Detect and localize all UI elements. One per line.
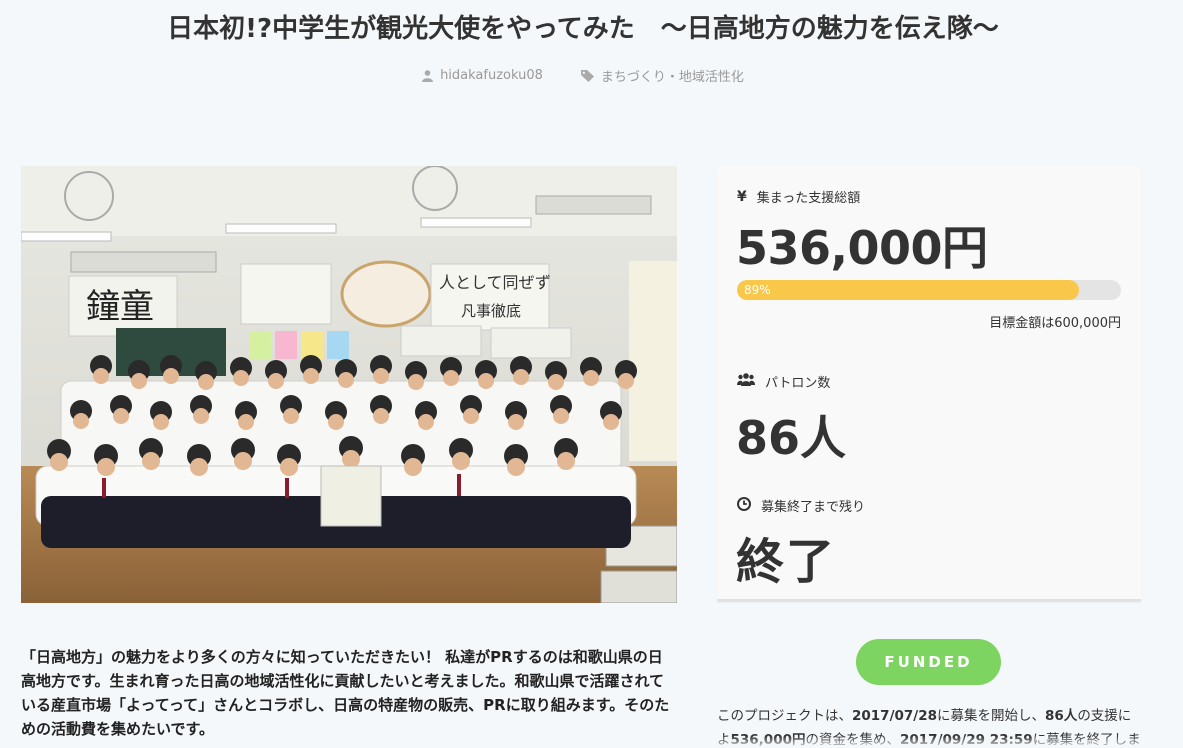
blackboard-calligraphy: 鐘童 — [86, 287, 154, 327]
project-meta: hidakafuzoku08 まちづくり・地域活性化 — [0, 66, 1166, 85]
users-icon — [737, 373, 755, 390]
funding-stats-panel: ¥ 集まった支援総額 536,000円 89% 目標金額は600,000円 パト… — [717, 166, 1141, 602]
amount-label: ¥ 集まった支援総額 — [737, 188, 861, 207]
category-link[interactable]: まちづくり・地域活性化 — [580, 66, 744, 85]
progress-bar: 89% — [737, 280, 1121, 300]
goal-amount: 目標金額は600,000円 — [989, 316, 1121, 331]
clock-icon — [737, 496, 751, 515]
remaining-value: 終了 — [736, 534, 837, 590]
remaining-label: 募集終了まで残り — [737, 496, 865, 515]
poster-slogan: 凡事徹底 — [461, 302, 521, 320]
project-summary: 「日高地方」の魅力をより多くの方々に知っていただきたい！ 私達がPRするのは和歌… — [21, 648, 670, 738]
author-link[interactable]: hidakafuzoku08 — [422, 66, 543, 85]
user-icon — [422, 69, 434, 82]
author-name: hidakafuzoku08 — [440, 68, 543, 83]
progress-fill: 89% — [737, 280, 1079, 300]
poster-motto: 人として同ぜず — [439, 273, 551, 292]
patrons-label: パトロン数 — [737, 372, 830, 391]
yen-icon: ¥ — [737, 188, 747, 205]
patrons-value: 86人 — [736, 411, 847, 465]
amount-value: 536,000円 — [736, 221, 988, 275]
category-name: まちづくり・地域活性化 — [600, 70, 744, 85]
page-title: 日本初!?中学生が観光大使をやってみた ～日高地方の魅力を伝え隊～ — [167, 14, 999, 44]
project-photo: 鐘童 人として同ぜず 凡事徹底 — [21, 166, 677, 603]
tag-icon — [580, 69, 594, 82]
bottom-fade — [0, 736, 1183, 748]
funded-status-button[interactable]: FUNDED — [856, 639, 1001, 685]
